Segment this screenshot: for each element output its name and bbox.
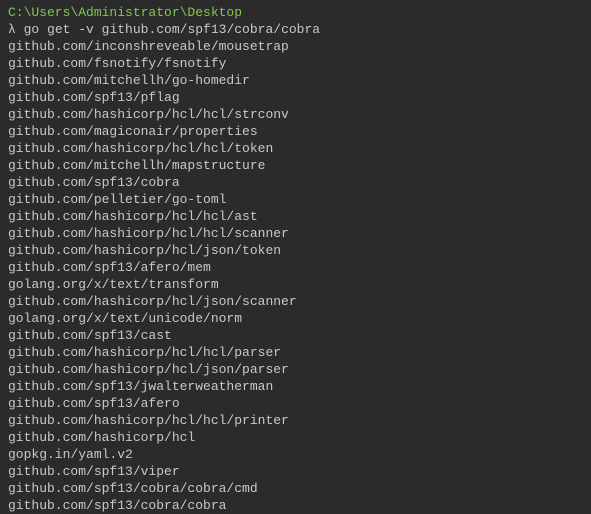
output-line: github.com/hashicorp/hcl/hcl/parser [8,344,583,361]
output-line: github.com/hashicorp/hcl/hcl/token [8,140,583,157]
output-line: github.com/hashicorp/hcl/json/scanner [8,293,583,310]
output-line: github.com/spf13/afero [8,395,583,412]
current-working-directory: C:\Users\Administrator\Desktop [8,4,583,21]
output-line: github.com/mitchellh/mapstructure [8,157,583,174]
output-line: gopkg.in/yaml.v2 [8,446,583,463]
output-line: github.com/fsnotify/fsnotify [8,55,583,72]
output-line: github.com/hashicorp/hcl/hcl/printer [8,412,583,429]
prompt-symbol: λ [8,22,16,37]
output-line: github.com/inconshreveable/mousetrap [8,38,583,55]
output-line: golang.org/x/text/transform [8,276,583,293]
terminal-pane[interactable]: C:\Users\Administrator\Desktop λ go get … [8,4,583,514]
output-line: github.com/hashicorp/hcl/json/token [8,242,583,259]
command-text: go get -v github.com/spf13/cobra/cobra [24,22,320,37]
output-line: github.com/spf13/cobra [8,174,583,191]
output-line: github.com/spf13/afero/mem [8,259,583,276]
output-line: github.com/magiconair/properties [8,123,583,140]
output-line: github.com/hashicorp/hcl/hcl/scanner [8,225,583,242]
output-line: github.com/hashicorp/hcl/json/parser [8,361,583,378]
output-line: github.com/spf13/viper [8,463,583,480]
output-line: github.com/hashicorp/hcl/hcl/strconv [8,106,583,123]
output-line: github.com/hashicorp/hcl [8,429,583,446]
output-line: github.com/mitchellh/go-homedir [8,72,583,89]
output-line: github.com/spf13/cobra/cobra/cmd [8,480,583,497]
command-output: github.com/inconshreveable/mousetrapgith… [8,38,583,514]
output-line: github.com/spf13/cast [8,327,583,344]
output-line: github.com/spf13/pflag [8,89,583,106]
output-line: github.com/spf13/jwalterweatherman [8,378,583,395]
output-line: github.com/hashicorp/hcl/hcl/ast [8,208,583,225]
prompt-line: λ go get -v github.com/spf13/cobra/cobra [8,21,583,38]
output-line: golang.org/x/text/unicode/norm [8,310,583,327]
output-line: github.com/pelletier/go-toml [8,191,583,208]
